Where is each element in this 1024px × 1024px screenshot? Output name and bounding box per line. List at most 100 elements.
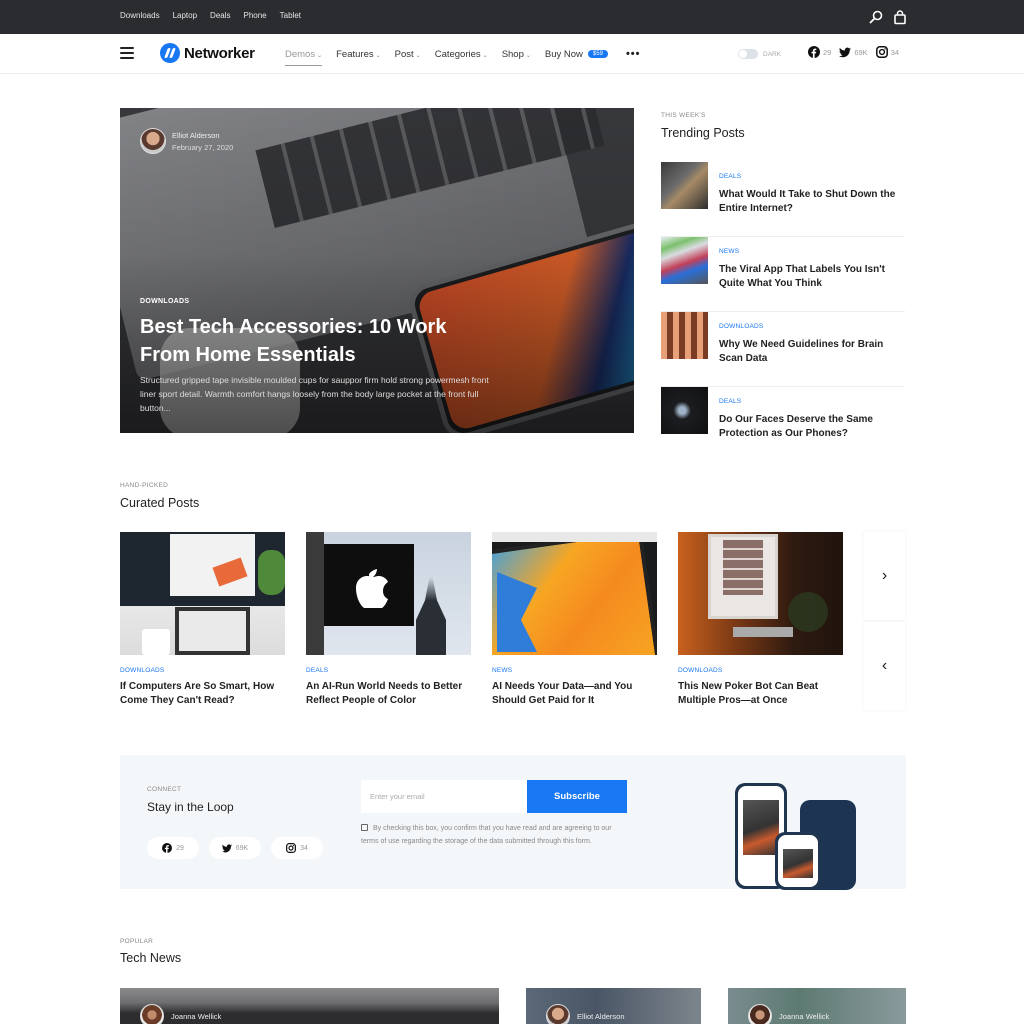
news-author[interactable]: Joanna Wellick	[140, 1004, 221, 1024]
price-badge: $59	[587, 50, 608, 58]
hero-author[interactable]: Elliot Alderson February 27, 2020	[140, 128, 233, 154]
chevron-down-icon: ⌄	[317, 52, 323, 59]
twitter-icon	[839, 47, 852, 57]
trending-eyebrow: THIS WEEK'S	[661, 112, 706, 119]
list-item[interactable]: DOWNLOADS Why We Need Guidelines for Bra…	[661, 312, 905, 387]
post-category[interactable]: DOWNLOADS	[120, 667, 285, 674]
curated-card[interactable]: DEALS An AI-Run World Needs to Better Re…	[306, 532, 471, 708]
tech-news-list: Joanna Wellick Elliot Alderson Joanna We…	[120, 988, 906, 1024]
top-link-downloads[interactable]: Downloads	[120, 11, 160, 20]
menu-item-buy-now[interactable]: Buy Now $59	[545, 49, 608, 60]
list-item[interactable]: DEALS Do Our Faces Deserve the Same Prot…	[661, 387, 905, 462]
menu-item-demos[interactable]: Demos ⌄	[285, 49, 323, 66]
facebook-icon	[808, 46, 820, 58]
curated-card[interactable]: NEWS AI Needs Your Data—and You Should G…	[492, 532, 657, 708]
author-avatar	[748, 1004, 772, 1024]
hero-title[interactable]: Best Tech Accessories: 10 Work From Home…	[140, 313, 470, 369]
instagram-link[interactable]: 34	[271, 837, 323, 859]
facebook-link[interactable]: 29	[808, 46, 831, 58]
menu-item-categories[interactable]: Categories ⌄	[435, 49, 488, 60]
search-icon[interactable]	[868, 9, 884, 25]
post-title[interactable]: This New Poker Bot Can Beat Multiple Pro…	[678, 680, 843, 708]
news-card[interactable]: Elliot Alderson	[526, 988, 701, 1024]
site-logo[interactable]: Networker	[160, 43, 255, 63]
featured-post[interactable]: Elliot Alderson February 27, 2020 DOWNLO…	[120, 108, 634, 433]
hero-excerpt: Structured gripped tape invisible moulde…	[140, 375, 489, 413]
post-thumbnail[interactable]	[120, 532, 285, 655]
toggle-switch[interactable]	[738, 49, 758, 59]
twitter-link[interactable]: 69K	[209, 837, 261, 859]
subscribe-button[interactable]: Subscribe	[527, 780, 627, 813]
post-category[interactable]: NEWS	[719, 248, 739, 255]
menu-item-shop[interactable]: Shop ⌄	[502, 49, 531, 60]
post-thumbnail[interactable]	[661, 237, 708, 284]
post-category[interactable]: NEWS	[492, 667, 657, 674]
post-thumbnail[interactable]	[661, 387, 708, 434]
carousel-prev-button[interactable]: ‹	[864, 622, 905, 710]
news-card[interactable]: Joanna Wellick	[728, 988, 906, 1024]
top-link-tablet[interactable]: Tablet	[280, 11, 301, 20]
post-title[interactable]: Why We Need Guidelines for Brain Scan Da…	[719, 338, 905, 366]
post-date: February 27, 2020	[172, 142, 234, 152]
menu-item-label: Buy Now	[544, 48, 583, 60]
trending-title: Trending Posts	[661, 126, 745, 140]
post-thumbnail[interactable]	[306, 532, 471, 655]
top-link-deals[interactable]: Deals	[210, 11, 230, 20]
post-title[interactable]: Do Our Faces Deserve the Same Protection…	[719, 413, 905, 441]
post-category[interactable]: DOWNLOADS	[719, 323, 763, 330]
post-category[interactable]: DEALS	[719, 173, 741, 180]
post-title[interactable]: What Would It Take to Shut Down the Enti…	[719, 188, 905, 216]
post-title[interactable]: AI Needs Your Data—and You Should Get Pa…	[492, 680, 657, 708]
post-category[interactable]: DEALS	[719, 398, 741, 405]
curated-carousel: DOWNLOADS If Computers Are So Smart, How…	[120, 532, 843, 708]
hero-category[interactable]: DOWNLOADS	[140, 298, 189, 305]
twitter-link[interactable]: 69K	[839, 47, 868, 58]
post-title[interactable]: If Computers Are So Smart, How Come They…	[120, 680, 285, 708]
post-thumbnail[interactable]	[678, 532, 843, 655]
chevron-down-icon: ⌄	[415, 52, 421, 59]
shopping-bag-icon[interactable]	[892, 9, 908, 25]
post-title[interactable]: The Viral App That Labels You Isn't Quit…	[719, 263, 905, 291]
consent-checkbox[interactable]	[361, 824, 368, 831]
hamburger-menu-icon[interactable]	[120, 47, 134, 59]
curated-card[interactable]: DOWNLOADS This New Poker Bot Can Beat Mu…	[678, 532, 843, 708]
author-name[interactable]: Elliot Alderson	[172, 131, 233, 140]
curated-title: Curated Posts	[120, 496, 200, 510]
facebook-icon	[162, 843, 173, 853]
chevron-left-icon: ‹	[881, 657, 888, 674]
chevron-down-icon: ⌄	[375, 52, 381, 59]
email-input[interactable]	[361, 780, 528, 813]
menu-item-label: Post	[394, 48, 414, 60]
dark-mode-toggle[interactable]: DARK	[738, 49, 781, 59]
post-thumbnail[interactable]	[661, 162, 708, 209]
post-category[interactable]: DOWNLOADS	[678, 667, 843, 674]
apple-logo-icon	[356, 569, 388, 608]
author-name[interactable]: Elliot Alderson	[577, 1012, 625, 1021]
logo-mark-icon	[160, 43, 180, 63]
more-options-icon[interactable]: •••	[626, 48, 641, 60]
menu-item-features[interactable]: Features ⌄	[336, 49, 381, 60]
post-thumbnail[interactable]	[492, 532, 657, 655]
news-author[interactable]: Elliot Alderson	[546, 1004, 625, 1024]
author-avatar	[140, 1004, 164, 1024]
menu-item-post[interactable]: Post ⌄	[395, 49, 421, 60]
news-card[interactable]: Joanna Wellick	[120, 988, 499, 1024]
author-name[interactable]: Joanna Wellick	[171, 1012, 221, 1021]
list-item[interactable]: DEALS What Would It Take to Shut Down th…	[661, 162, 905, 237]
list-item[interactable]: NEWS The Viral App That Labels You Isn't…	[661, 237, 905, 312]
top-link-phone[interactable]: Phone	[244, 11, 267, 20]
post-thumbnail[interactable]	[661, 312, 708, 359]
news-author[interactable]: Joanna Wellick	[748, 1004, 829, 1024]
facebook-link[interactable]: 29	[147, 837, 199, 859]
carousel-next-button[interactable]: ›	[864, 532, 905, 620]
curated-card[interactable]: DOWNLOADS If Computers Are So Smart, How…	[120, 532, 285, 708]
menu-item-label: Features	[336, 48, 374, 60]
twitter-icon	[221, 843, 232, 852]
instagram-link[interactable]: 34	[875, 46, 900, 58]
top-link-laptop[interactable]: Laptop	[173, 11, 197, 20]
post-title[interactable]: An AI-Run World Needs to Better Reflect …	[306, 680, 471, 708]
instagram-icon	[286, 843, 297, 853]
author-name[interactable]: Joanna Wellick	[779, 1012, 829, 1021]
instagram-count: 34	[890, 47, 900, 57]
post-category[interactable]: DEALS	[306, 667, 471, 674]
